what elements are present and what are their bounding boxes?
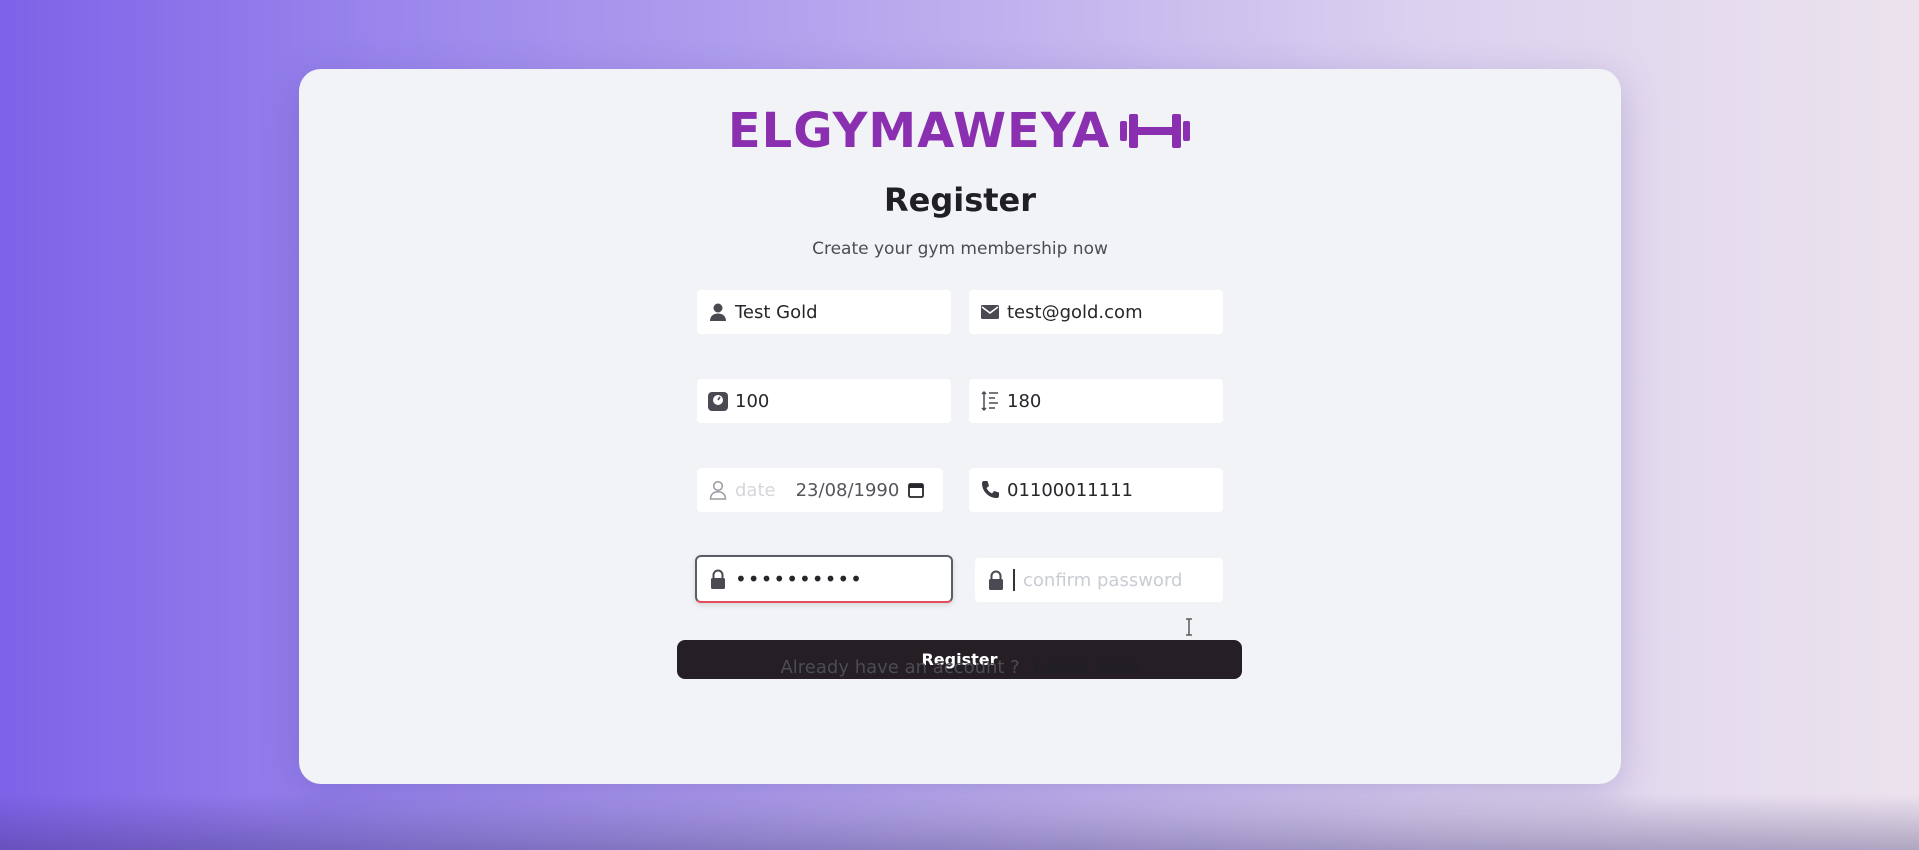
mail-icon bbox=[979, 301, 1001, 323]
height-value: 180 bbox=[1007, 390, 1042, 412]
user-icon bbox=[707, 301, 729, 323]
calendar-icon[interactable] bbox=[907, 481, 925, 499]
weight-field[interactable]: 100 bbox=[697, 379, 951, 423]
confirm-password-placeholder: confirm password bbox=[1023, 569, 1183, 591]
brand-logo: ELGYMAWEYA bbox=[299, 103, 1621, 159]
email-value: test@gold.com bbox=[1007, 301, 1143, 323]
birthdate-placeholder: date bbox=[735, 479, 776, 501]
page-subtitle: Create your gym membership now bbox=[812, 239, 1108, 259]
background-shade bbox=[0, 794, 1919, 850]
login-prompt-text: Already have an account ? bbox=[780, 657, 1020, 678]
birthdate-field[interactable]: date 23/08/1990 bbox=[697, 468, 943, 512]
height-ruler-icon bbox=[979, 390, 1001, 412]
phone-value: 01100011111 bbox=[1007, 479, 1133, 501]
confirm-password-field[interactable]: confirm password bbox=[975, 558, 1223, 602]
weight-value: 100 bbox=[735, 390, 770, 412]
birthdate-value: 23/08/1990 bbox=[795, 479, 900, 501]
brand-name: ELGYMAWEYA bbox=[727, 103, 1111, 159]
user-outline-icon bbox=[707, 479, 729, 501]
register-card: ELGYMAWEYA Register Create your gym memb… bbox=[299, 69, 1621, 784]
password-value: •••••••••• bbox=[735, 567, 863, 591]
phone-icon bbox=[979, 479, 1001, 501]
height-field[interactable]: 180 bbox=[969, 379, 1223, 423]
name-field[interactable]: Test Gold bbox=[697, 290, 951, 334]
phone-field[interactable]: 01100011111 bbox=[969, 468, 1223, 512]
login-now-link[interactable]: Login Now bbox=[1033, 657, 1139, 678]
weight-scale-icon bbox=[707, 390, 729, 412]
dumbbell-icon bbox=[1118, 107, 1192, 155]
name-value: Test Gold bbox=[735, 301, 818, 323]
i-beam-cursor-icon bbox=[1185, 618, 1193, 636]
lock-icon bbox=[985, 569, 1007, 591]
lock-icon bbox=[707, 568, 729, 590]
login-prompt: Already have an account ? Login Now bbox=[299, 657, 1621, 678]
text-caret bbox=[1013, 569, 1015, 591]
page-title: Register bbox=[883, 181, 1037, 219]
password-field[interactable]: •••••••••• bbox=[695, 555, 953, 603]
email-field[interactable]: test@gold.com bbox=[969, 290, 1223, 334]
